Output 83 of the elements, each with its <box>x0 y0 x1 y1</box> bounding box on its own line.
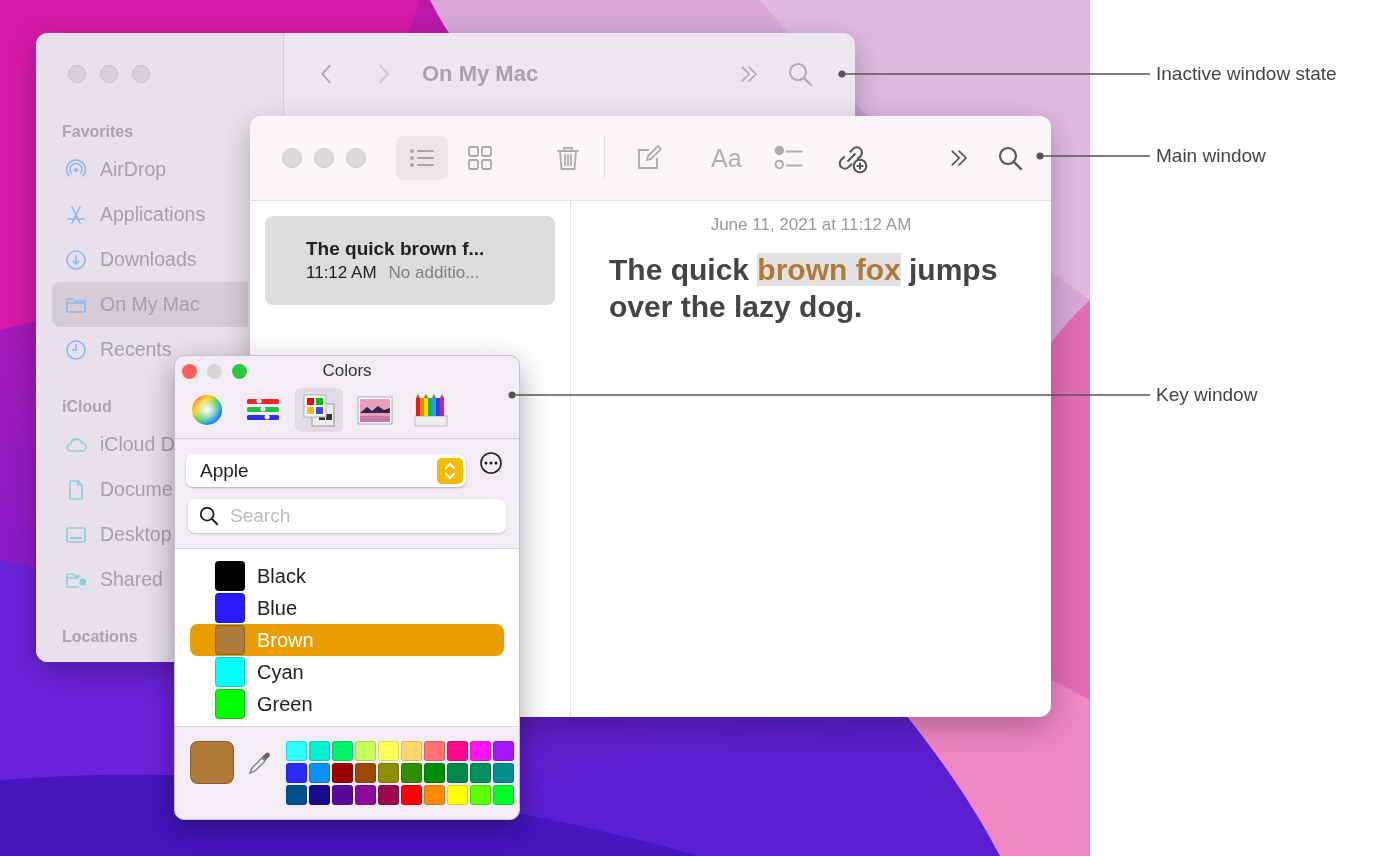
color-swatch[interactable] <box>470 763 491 783</box>
sidebar-item[interactable]: iCloud D <box>52 422 175 467</box>
sidebar-item[interactable]: Docume <box>52 467 173 512</box>
color-swatch[interactable] <box>309 785 330 805</box>
search-field[interactable]: Search <box>188 499 506 533</box>
color-swatch[interactable] <box>424 741 445 761</box>
window-control[interactable] <box>182 363 197 379</box>
format-button[interactable]: Aa <box>711 143 742 173</box>
sidebar-item[interactable]: Downloads <box>52 237 197 282</box>
color-list-item[interactable]: Green <box>190 688 504 720</box>
more-icon[interactable] <box>479 451 503 475</box>
color-list-item[interactable]: Blue <box>190 592 504 624</box>
window-title: On My Mac <box>422 61 539 87</box>
color-swatch[interactable] <box>286 763 307 783</box>
color-swatch[interactable] <box>355 741 376 761</box>
color-swatch[interactable] <box>424 763 445 783</box>
section-header: iCloud <box>62 398 112 415</box>
color-swatch[interactable] <box>447 785 468 805</box>
section-header: Locations <box>62 628 138 645</box>
color-swatch[interactable] <box>355 785 376 805</box>
sidebar-item[interactable]: AirDrop <box>52 147 167 192</box>
note-date: June 11, 2021 at 11:12 AM <box>710 215 912 234</box>
palettes-mode-button[interactable] <box>295 388 343 432</box>
color-list-item[interactable]: Brown <box>190 624 504 656</box>
color-swatch[interactable] <box>470 785 491 805</box>
wheel-icon <box>189 392 225 428</box>
callout-label: Main window <box>1156 145 1266 167</box>
sidebar-item[interactable]: Shared <box>52 557 163 602</box>
window-control[interactable] <box>314 148 334 168</box>
note-preview: No additio... <box>388 263 480 283</box>
color-list-item[interactable]: Cyan <box>190 656 504 688</box>
color-swatch[interactable] <box>401 785 422 805</box>
section-header: Favorites <box>62 123 134 140</box>
note-card[interactable]: The quick brown f... 11:12 AM No additio... <box>265 216 555 305</box>
sidebar-item[interactable]: Desktop <box>52 512 172 557</box>
downloads-icon <box>64 247 88 272</box>
color-swatch[interactable] <box>309 763 330 783</box>
color-list-item[interactable]: Black <box>190 560 504 592</box>
color-swatch[interactable] <box>378 785 399 805</box>
callout-label: Key window <box>1156 384 1258 406</box>
color-swatch[interactable] <box>309 741 330 761</box>
current-color-well[interactable] <box>190 741 234 784</box>
sidebar-item[interactable]: Applications <box>52 192 206 237</box>
window-control[interactable] <box>68 65 86 83</box>
callout-label: Inactive window state <box>1156 63 1337 85</box>
compose-icon[interactable] <box>635 144 663 172</box>
pencils-icon <box>413 392 449 428</box>
color-swatch[interactable] <box>332 741 353 761</box>
color-swatch[interactable] <box>332 785 353 805</box>
color-swatch[interactable] <box>286 785 307 805</box>
color-swatch[interactable] <box>447 763 468 783</box>
color-swatch[interactable] <box>286 741 307 761</box>
window-control[interactable] <box>207 363 222 379</box>
window-control[interactable] <box>282 148 302 168</box>
list-view-button[interactable] <box>396 136 448 180</box>
color-swatch[interactable] <box>447 741 468 761</box>
palette-dropdown[interactable]: Apple <box>186 454 466 487</box>
color-swatch[interactable] <box>493 785 514 805</box>
window-control[interactable] <box>100 65 118 83</box>
grid-icon <box>466 144 494 172</box>
sidebar-item[interactable]: Recents <box>52 327 172 372</box>
palettes-icon <box>301 392 337 428</box>
color-swatch[interactable] <box>332 763 353 783</box>
color-swatch[interactable] <box>378 741 399 761</box>
note-time: 11:12 AM <box>306 263 377 283</box>
search-icon <box>198 505 220 527</box>
note-title: The quick brown f... <box>306 238 486 260</box>
color-swatch[interactable] <box>401 763 422 783</box>
window-control[interactable] <box>232 363 247 379</box>
stepper-icon <box>437 457 463 484</box>
color-swatch[interactable] <box>493 741 514 761</box>
color-swatch[interactable] <box>401 741 422 761</box>
color-swatch[interactable] <box>378 763 399 783</box>
color-swatch[interactable] <box>355 763 376 783</box>
color-swatch[interactable] <box>424 785 445 805</box>
color-swatch[interactable] <box>493 763 514 783</box>
color-swatch[interactable] <box>470 741 491 761</box>
window-control[interactable] <box>346 148 366 168</box>
recents-icon <box>64 337 88 362</box>
panel-title: Colors <box>322 361 372 380</box>
trash-icon[interactable] <box>554 144 582 172</box>
note-text: The quick brown fox jumps over the lazy dog. <box>609 252 999 325</box>
window-control[interactable] <box>132 65 150 83</box>
